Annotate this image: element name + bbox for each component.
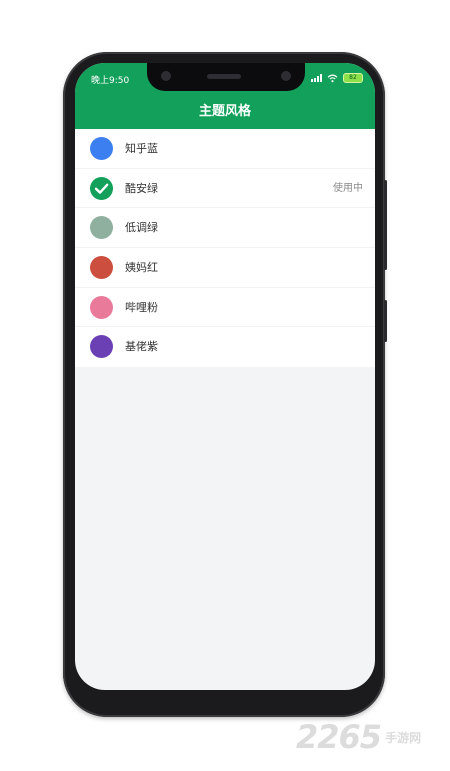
- theme-row-zhihu-blue[interactable]: 知乎蓝: [75, 129, 375, 169]
- front-camera-icon: [161, 71, 171, 81]
- signal-icon: [311, 74, 322, 82]
- theme-label: 姨妈红: [125, 261, 158, 275]
- color-swatch: [90, 335, 113, 359]
- color-swatch: [90, 176, 113, 200]
- theme-label: 低调绿: [125, 221, 158, 235]
- theme-row-purple[interactable]: 基佬紫: [75, 327, 375, 367]
- watermark-number: 2265: [296, 718, 382, 756]
- color-swatch: [90, 216, 113, 240]
- sensor-icon: [281, 71, 291, 81]
- theme-row-bilibili-pink[interactable]: 哔哩粉: [75, 288, 375, 328]
- status-icons: 82: [311, 73, 363, 83]
- camera-notch: [147, 63, 305, 91]
- color-swatch: [90, 137, 113, 160]
- watermark: 2265 手游网: [296, 718, 421, 756]
- theme-label: 酷安绿: [125, 181, 158, 195]
- theme-label: 知乎蓝: [125, 142, 158, 155]
- wifi-icon: [327, 74, 338, 82]
- theme-label: 哔哩粉: [125, 300, 158, 314]
- theme-row-red[interactable]: 姨妈红: [75, 248, 375, 288]
- battery-icon: 82: [343, 73, 363, 83]
- page-title: 主题风格: [198, 104, 251, 119]
- checkmark-icon: [94, 183, 109, 194]
- theme-status: 使用中: [333, 182, 363, 194]
- status-time: 晚上9:50: [91, 76, 130, 86]
- power-button: [384, 300, 387, 342]
- color-swatch: [90, 295, 113, 319]
- theme-list: 知乎蓝 酷安绿 使用中 低调绿 姨妈红 哔哩粉 基佬紫: [75, 129, 375, 368]
- app-screen: 晚上9:50 82 主题风格 知乎蓝 酷安绿 使用中 低调绿 姨妈红 哔哩粉 基…: [75, 63, 375, 690]
- watermark-site: 手游网: [385, 730, 422, 745]
- earpiece-speaker: [207, 74, 241, 79]
- app-header: 晚上9:50 82 主题风格: [75, 63, 375, 129]
- color-swatch: [90, 256, 113, 280]
- theme-row-lowkey-green[interactable]: 低调绿: [75, 208, 375, 249]
- theme-row-coolapk-green[interactable]: 酷安绿 使用中: [75, 169, 375, 209]
- volume-button: [384, 180, 387, 270]
- theme-label: 基佬紫: [125, 340, 158, 354]
